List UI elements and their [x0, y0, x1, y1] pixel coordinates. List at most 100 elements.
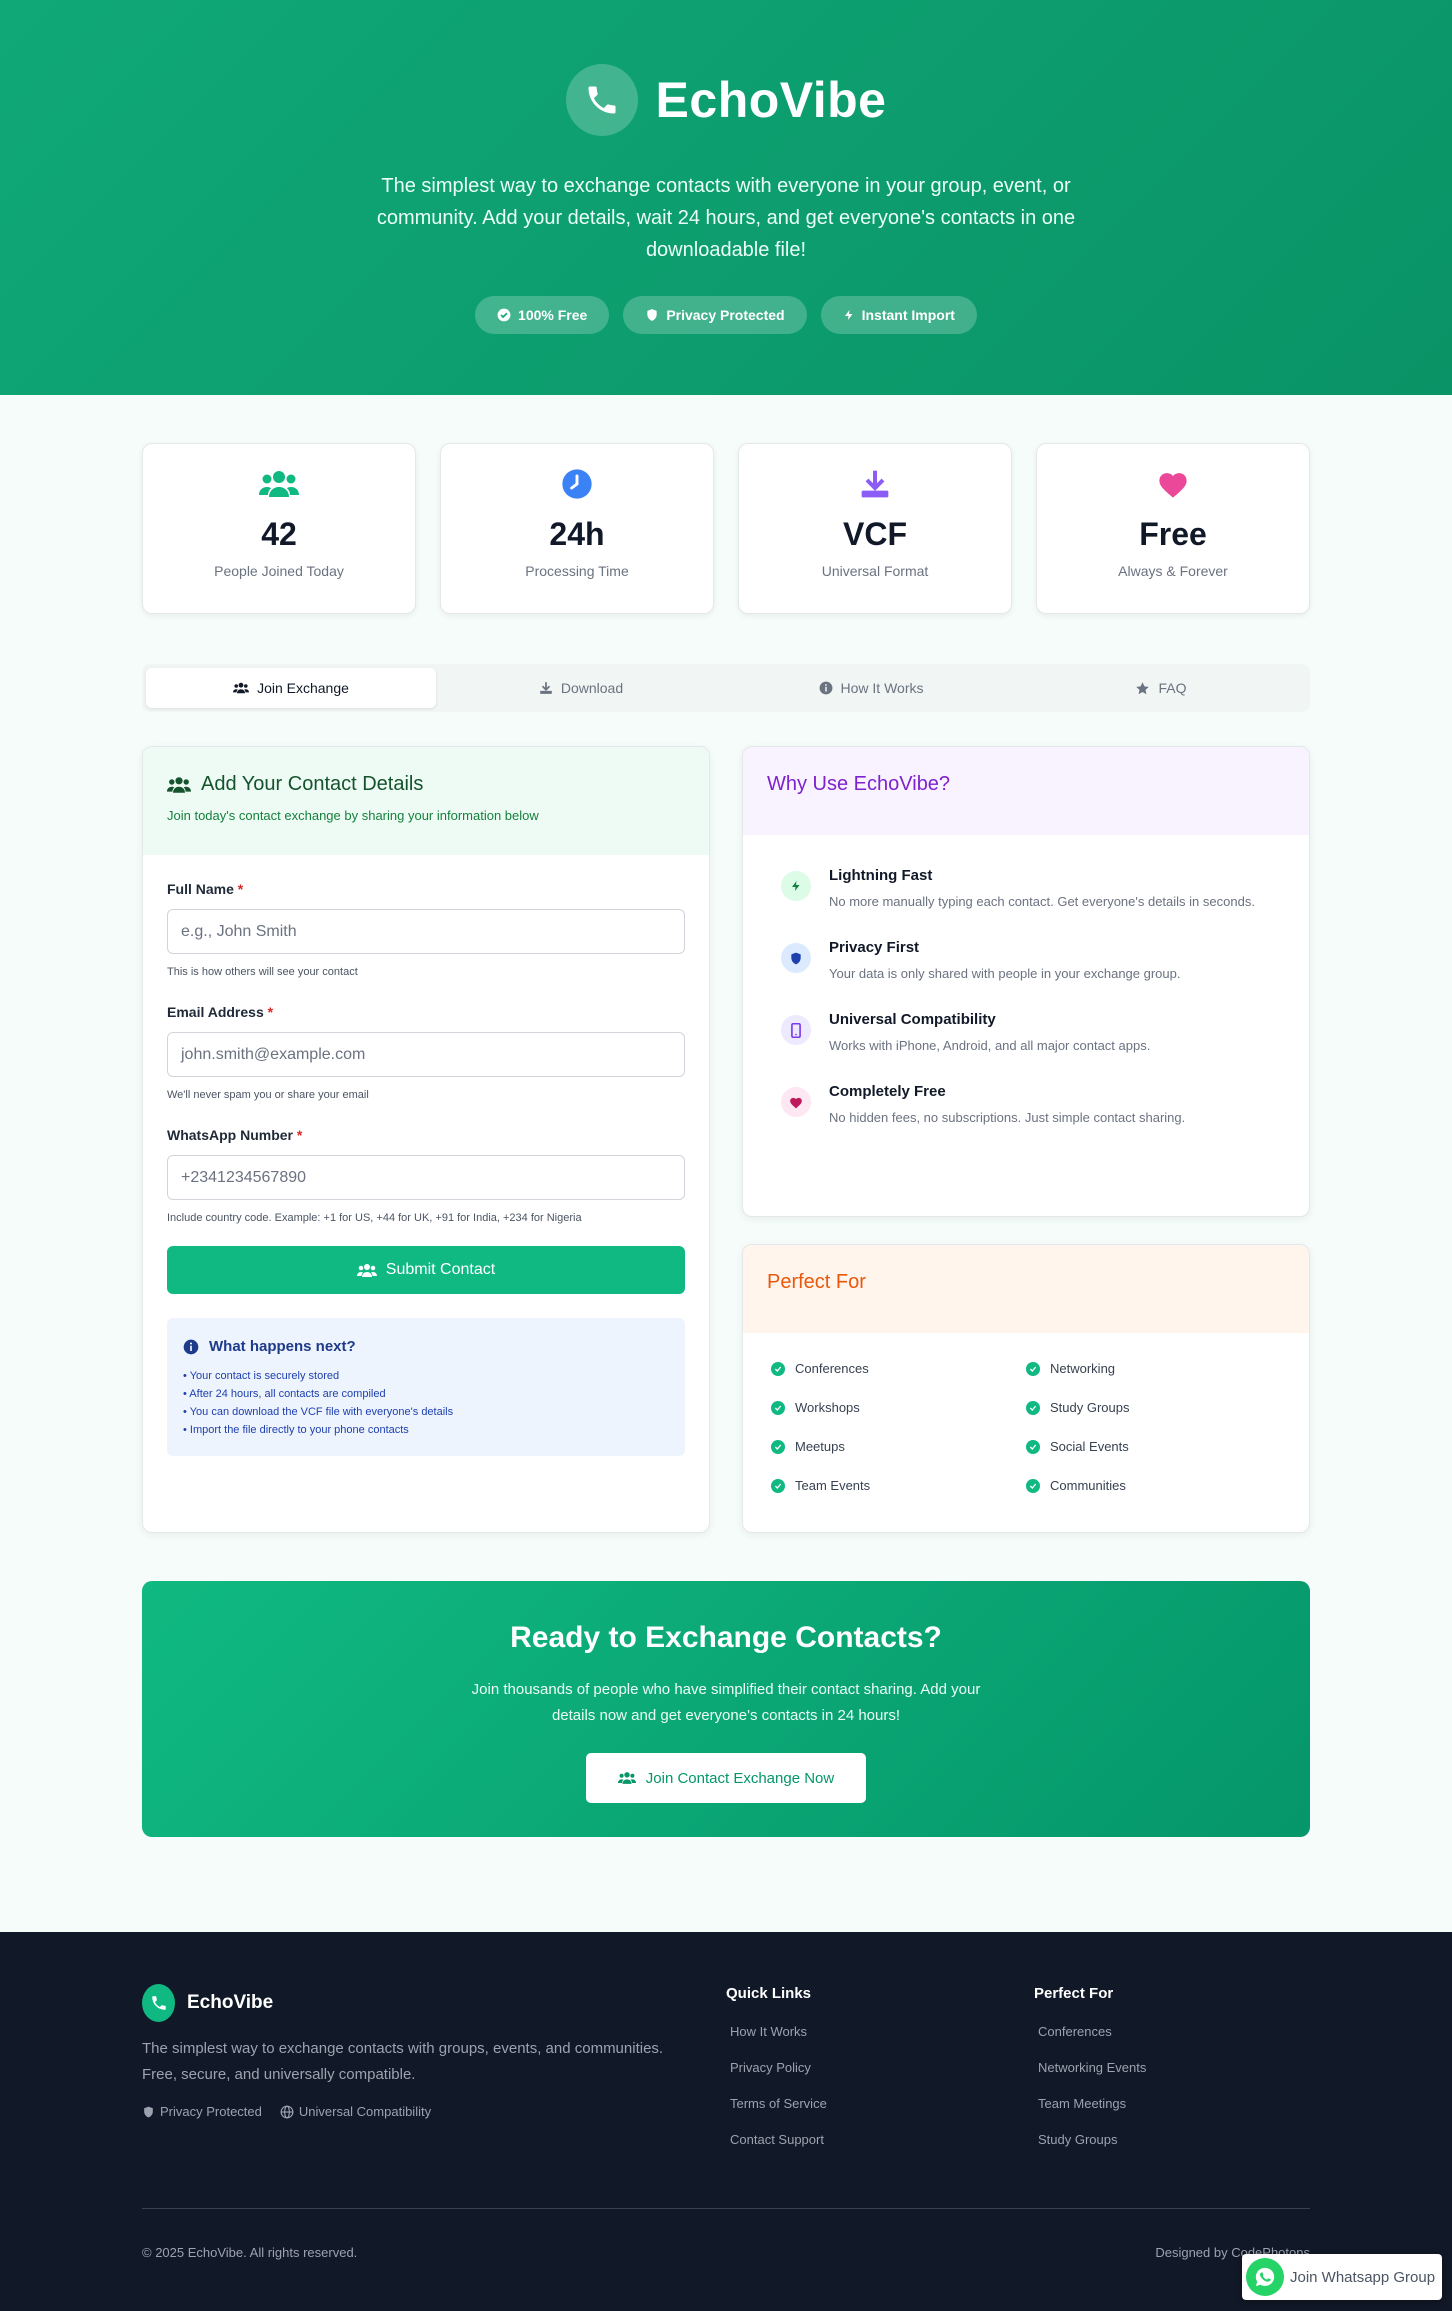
stat-card-joined: 42 People Joined Today: [142, 443, 416, 614]
footer-link-how-it-works[interactable]: How It Works: [726, 2024, 827, 2039]
footer-col-title: Quick Links: [726, 1985, 812, 2002]
why-use-card: Why Use EchoVibe? Lightning Fast No more…: [742, 746, 1310, 1217]
stats-row: 42 People Joined Today 24h Processing Ti…: [142, 443, 1310, 614]
stat-label: Processing Time: [525, 563, 629, 579]
footer-link-terms[interactable]: Terms of Service: [726, 2096, 827, 2111]
list-item: Team Events: [771, 1478, 1026, 1493]
list-item: Workshops: [771, 1400, 1026, 1415]
footer-tag-privacy: Privacy Protected: [142, 2104, 262, 2119]
email-help: We'll never spam you or share your email: [167, 1089, 369, 1101]
list-item: Social Events: [1026, 1439, 1281, 1454]
check-circle-icon: [771, 1361, 785, 1376]
footer-description: The simplest way to exchange contacts wi…: [142, 2040, 664, 2083]
stat-value: 24h: [549, 516, 605, 552]
star-icon: [1136, 681, 1150, 694]
stat-card-format: VCF Universal Format: [738, 443, 1012, 614]
clock-icon: [441, 466, 713, 502]
footer-link-team-meetings[interactable]: Team Meetings: [1034, 2096, 1146, 2111]
copyright: © 2025 EchoVibe. All rights reserved.: [142, 2245, 358, 2260]
phone-icon: [142, 1984, 175, 2022]
check-circle-icon: [1026, 1439, 1040, 1454]
check-circle-icon: [497, 308, 511, 322]
bolt-icon: [781, 871, 811, 901]
footer-quick-links: Quick Links How It Works Privacy Policy …: [726, 1985, 827, 2147]
form-header: Add Your Contact Details Join today's co…: [143, 747, 709, 855]
list-item: • Import the file directly to your phone…: [183, 1424, 409, 1436]
footer-link-networking-events[interactable]: Networking Events: [1034, 2060, 1146, 2075]
feature-desc: Your data is only shared with people in …: [829, 966, 1181, 981]
whatsapp-number-input[interactable]: +2341234567890: [167, 1155, 685, 1200]
hero-description: The simplest way to exchange contacts wi…: [376, 175, 1076, 261]
footer-link-study-groups[interactable]: Study Groups: [1034, 2132, 1146, 2147]
why-title: Why Use EchoVibe?: [767, 773, 951, 795]
shield-icon: [647, 309, 657, 321]
check-circle-icon: [1026, 1400, 1040, 1415]
cta-description: Join thousands of people who have simpli…: [471, 1681, 981, 1724]
join-contact-exchange-button[interactable]: Join Contact Exchange Now: [585, 1753, 867, 1803]
stat-value: VCF: [843, 516, 907, 552]
check-circle-icon: [771, 1400, 785, 1415]
tab-download[interactable]: Download: [436, 668, 726, 708]
phone-icon: [565, 64, 638, 136]
check-circle-icon: [771, 1478, 785, 1493]
info-icon: [819, 681, 832, 695]
why-header: Why Use EchoVibe?: [743, 747, 1309, 835]
bolt-icon: [844, 310, 853, 320]
contact-form-card: Add Your Contact Details Join today's co…: [142, 746, 710, 1533]
tab-faq[interactable]: FAQ: [1016, 668, 1306, 708]
check-circle-icon: [1026, 1361, 1040, 1376]
phone-label: WhatsApp Number *: [167, 1127, 303, 1143]
app-title: EchoVibe: [655, 72, 887, 128]
email-input[interactable]: john.smith@example.com: [167, 1032, 685, 1077]
full-name-input[interactable]: e.g., John Smith: [167, 909, 685, 954]
stat-value: 42: [261, 516, 297, 552]
users-icon: [617, 1772, 636, 1784]
list-item: • You can download the VCF file with eve…: [183, 1406, 454, 1418]
feature-privacy-first: Privacy First Your data is only shared w…: [767, 939, 1285, 981]
perfect-title: Perfect For: [767, 1271, 866, 1293]
why-body: Lightning Fast No more manually typing e…: [743, 835, 1309, 1151]
feature-lightning-fast: Lightning Fast No more manually typing e…: [767, 867, 1285, 909]
download-icon: [739, 466, 1011, 502]
badge-free: 100% Free: [475, 296, 610, 334]
shield-icon: [781, 943, 811, 973]
heart-icon: [781, 1087, 811, 1117]
stat-label: People Joined Today: [214, 563, 344, 579]
feature-universal-compatibility: Universal Compatibility Works with iPhon…: [767, 1011, 1285, 1053]
perfect-header: Perfect For: [743, 1245, 1309, 1333]
next-title: What happens next?: [183, 1338, 669, 1355]
perfect-for-card: Perfect For Conferences Networking Works…: [742, 1244, 1310, 1533]
list-item: • Your contact is securely stored: [183, 1370, 340, 1382]
footer-link-contact-support[interactable]: Contact Support: [726, 2132, 827, 2147]
users-icon: [356, 1263, 377, 1277]
footer-link-privacy-policy[interactable]: Privacy Policy: [726, 2060, 827, 2075]
stat-value: Free: [1139, 516, 1207, 552]
feature-title: Privacy First: [829, 939, 920, 956]
stat-label: Universal Format: [821, 563, 929, 579]
users-icon: [233, 682, 250, 694]
tab-join-exchange[interactable]: Join Exchange: [146, 668, 436, 708]
heart-icon: [1037, 466, 1309, 502]
stat-label: Always & Forever: [1118, 563, 1228, 579]
download-icon: [540, 682, 552, 694]
badge-instant: Instant Import: [820, 296, 977, 334]
whatsapp-icon: [1246, 2258, 1284, 2296]
cta-title: Ready to Exchange Contacts?: [510, 1621, 942, 1654]
feature-desc: Works with iPhone, Android, and all majo…: [829, 1038, 1151, 1053]
list-item: Meetups: [771, 1439, 1026, 1454]
footer-link-conferences[interactable]: Conferences: [1034, 2024, 1146, 2039]
whatsapp-group-button[interactable]: Join Whatsapp Group: [1242, 2254, 1442, 2300]
footer-tag-compat: Universal Compatibility: [280, 2104, 431, 2119]
list-item: Study Groups: [1026, 1400, 1281, 1415]
badge-privacy: Privacy Protected: [623, 296, 807, 334]
perfect-for-list: Conferences Networking Workshops Study G…: [743, 1333, 1309, 1521]
submit-contact-button[interactable]: Submit Contact: [167, 1246, 685, 1294]
footer-perfect-for: Perfect For Conferences Networking Event…: [1034, 1985, 1146, 2147]
feature-title: Lightning Fast: [829, 867, 933, 884]
hero-section: EchoVibe The simplest way to exchange co…: [0, 0, 1452, 395]
tab-how-it-works[interactable]: How It Works: [726, 668, 1016, 708]
users-icon: [167, 776, 191, 793]
stat-card-free: Free Always & Forever: [1036, 443, 1310, 614]
hero-badges: 100% Free Privacy Protected Instant Impo…: [0, 296, 1452, 334]
list-item: • After 24 hours, all contacts are compi…: [183, 1388, 386, 1400]
